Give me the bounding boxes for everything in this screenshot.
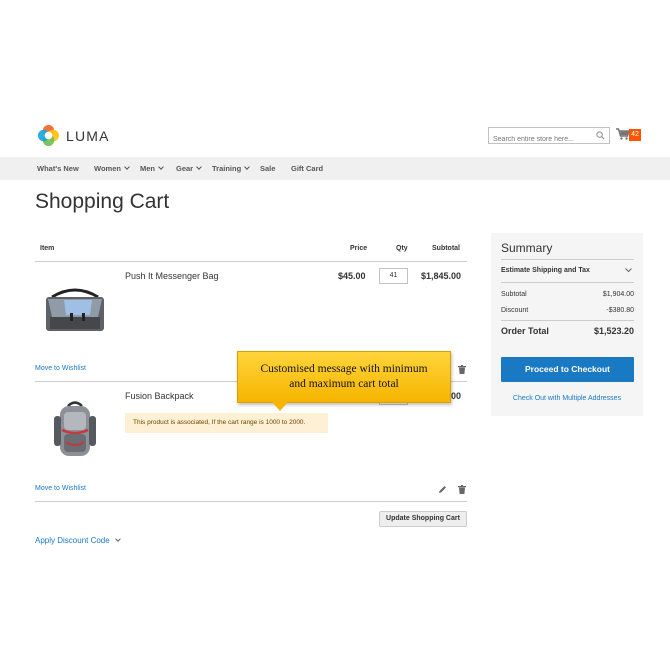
search-box [488,127,610,147]
column-header-qty: Qty [396,245,408,252]
chevron-down-icon [244,164,251,170]
row-divider [35,501,467,502]
luma-logo-icon [37,124,60,147]
callout-pointer [272,402,288,411]
product-subtotal: 00 [451,391,462,401]
apply-discount-code-toggle[interactable]: Apply Discount Code [35,536,121,545]
nav-item-men[interactable]: Men [140,157,164,180]
nav-item-gift-card[interactable]: Gift Card [291,157,323,180]
product-name-fusion-backpack[interactable]: Fusion Backpack [125,391,194,401]
summary-discount-value: -$380.80 [606,307,634,314]
order-total-label: Order Total [501,326,549,336]
chevron-down-icon [124,164,130,170]
order-summary: Summary Estimate Shipping and Tax Subtot… [491,233,643,416]
checkout-multiple-addresses-link[interactable]: Check Out with Multiple Addresses [491,395,643,402]
nav-item-label: Gear [176,164,194,173]
proceed-to-checkout-button[interactable]: Proceed to Checkout [501,357,634,382]
chevron-down-icon [114,536,121,542]
header: LUMA 42 [0,118,670,156]
cart-count-badge[interactable]: 42 [629,129,641,141]
chevron-down-icon [158,164,164,170]
summary-title: Summary [501,241,553,255]
logo-text: LUMA [66,127,110,144]
logo[interactable]: LUMA [37,124,110,147]
page-title: Shopping Cart [35,190,170,213]
nav-item-women[interactable]: Women [94,157,130,180]
summary-discount-label: Discount [501,307,529,314]
estimate-shipping-toggle[interactable]: Estimate Shipping and Tax [501,267,590,274]
summary-subtotal-value: $1,904.00 [602,291,634,298]
nav-item-label: Women [94,164,121,173]
messenger-bag-image[interactable] [42,287,108,337]
cart-table-header: Item Price Qty Subtotal [35,240,467,262]
order-total-value: $1,523.20 [593,326,634,336]
product-price: $45.00 [338,271,366,281]
summary-divider [501,259,634,260]
chevron-down-icon[interactable] [625,268,632,273]
move-to-wishlist-link[interactable]: Move to Wishlist [35,365,86,372]
nav-item-sale[interactable]: Sale [260,157,275,180]
chevron-down-icon [196,164,202,170]
move-to-wishlist-link[interactable]: Move to Wishlist [35,485,86,492]
edit-icon[interactable] [438,485,447,494]
product-subtotal: $1,845.00 [421,271,462,281]
nav-item-training[interactable]: Training [212,157,251,180]
qty-input[interactable]: 41 [379,268,408,284]
update-shopping-cart-button[interactable]: Update Shopping Cart [379,511,467,527]
main-navigation: What's New Women Men Gear Training Sale … [0,157,670,180]
callout-line-2: and maximum cart total [289,378,399,390]
summary-subtotal-label: Subtotal [501,291,527,298]
callout-banner: Customised message with minimum and maxi… [237,351,451,403]
search-input[interactable] [489,132,609,147]
cart-icon[interactable] [616,128,630,140]
nav-item-whats-new[interactable]: What's New [37,157,79,180]
column-header-price: Price [350,245,368,252]
nav-item-label: Men [140,164,155,173]
trash-icon[interactable] [458,485,466,494]
callout-line-1: Customised message with minimum [260,363,428,375]
column-header-item: Item [40,245,55,252]
search-icon[interactable] [596,131,605,140]
column-header-subtotal: Subtotal [432,245,460,252]
apply-discount-code-label: Apply Discount Code [35,536,110,545]
nav-item-gear[interactable]: Gear [176,157,202,180]
summary-divider [501,320,634,321]
trash-icon[interactable] [458,365,466,374]
summary-divider [501,282,634,283]
backpack-image[interactable] [50,400,100,462]
product-name-messenger-bag[interactable]: Push It Messenger Bag [125,271,219,281]
nav-item-label: Training [212,164,242,173]
cart-range-notice: This product is associated, If the cart … [125,413,328,433]
